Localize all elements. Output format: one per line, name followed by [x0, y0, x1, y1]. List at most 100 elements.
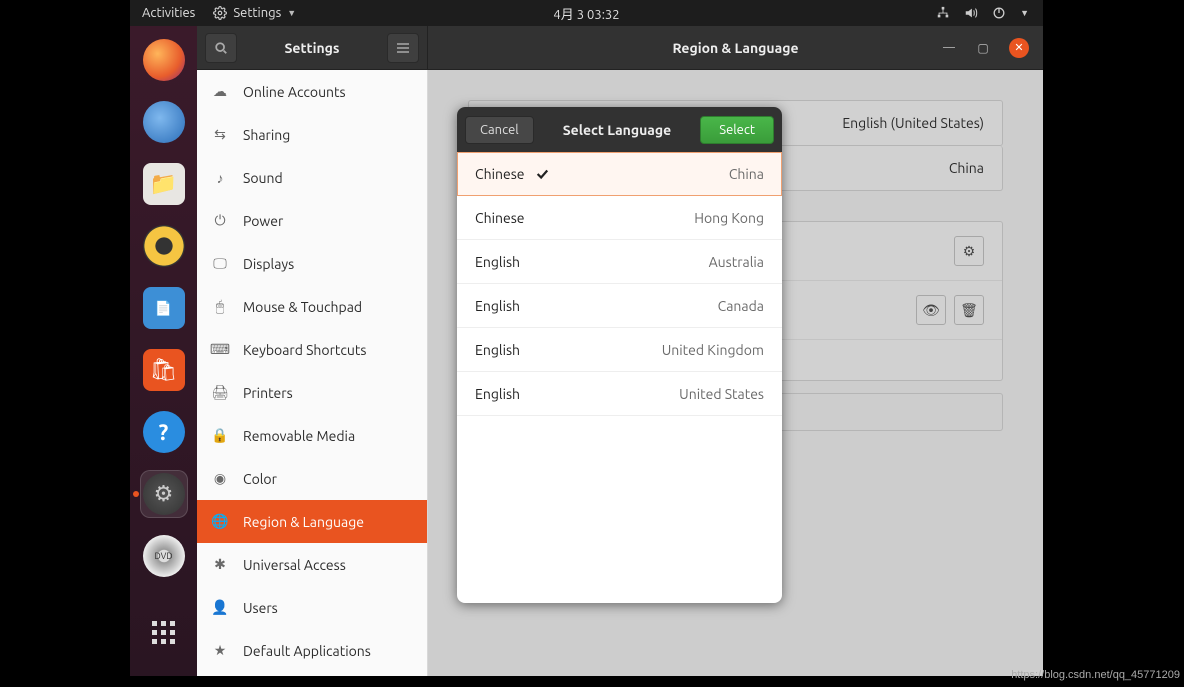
clock[interactable]: 4月 3 03:32	[553, 4, 619, 23]
sidebar-item-label: Color	[243, 471, 277, 487]
power-icon[interactable]	[992, 6, 1006, 20]
window-titlebar: Settings Region & Language — ▢ ✕	[197, 26, 1043, 70]
language-name: English	[475, 386, 520, 402]
language-name: Chinese	[475, 166, 549, 182]
sidebar-item-color[interactable]: ◉ Color	[197, 457, 427, 500]
dock-writer[interactable]: 📄	[140, 284, 188, 332]
dock: 📁 📄 🛍 ? ⚙ DVD	[130, 26, 197, 676]
close-button[interactable]: ✕	[1009, 38, 1029, 58]
sidebar-item-label: Online Accounts	[243, 84, 346, 100]
sidebar-item-label: Region & Language	[243, 514, 364, 530]
language-region: Hong Kong	[694, 210, 764, 226]
sidebar-icon: ☁	[211, 83, 229, 100]
select-button[interactable]: Select	[700, 116, 774, 144]
language-name: Chinese	[475, 210, 525, 226]
sidebar-icon: 🖨	[211, 384, 229, 401]
dock-files[interactable]: 📁	[140, 160, 188, 208]
language-option[interactable]: English United Kingdom	[457, 328, 782, 372]
language-name: English	[475, 254, 520, 270]
page-title: Region & Language	[672, 40, 798, 56]
chevron-down-icon[interactable]: ▼	[1020, 8, 1029, 18]
sidebar-icon: ⌨	[211, 341, 229, 358]
sidebar-item-online-accounts[interactable]: ☁ Online Accounts	[197, 70, 427, 113]
sidebar-item-region-language[interactable]: 🌐 Region & Language	[197, 500, 427, 543]
select-language-dialog: Cancel Select Language Select ChineseChi…	[457, 107, 782, 603]
language-region: United States	[679, 386, 764, 402]
dock-settings[interactable]: ⚙	[140, 470, 188, 518]
sidebar-item-users[interactable]: 👤 Users	[197, 586, 427, 629]
sidebar-item-mouse-touchpad[interactable]: 🖱 Mouse & Touchpad	[197, 285, 427, 328]
language-name: English	[475, 342, 520, 358]
maximize-button[interactable]: ▢	[975, 40, 991, 56]
topbar-app-menu[interactable]: Settings ▼	[213, 6, 296, 20]
dock-rhythmbox[interactable]	[140, 222, 188, 270]
chevron-down-icon: ▼	[287, 8, 296, 18]
settings-sidebar[interactable]: ☁ Online Accounts ⇆ Sharing ♪ Sound ⏻ Power 🖵 Dis…	[197, 70, 428, 676]
language-region: United Kingdom	[662, 342, 764, 358]
sidebar-item-displays[interactable]: 🖵 Displays	[197, 242, 427, 285]
minimize-button[interactable]: —	[941, 40, 957, 56]
sidebar-icon: ⇆	[211, 126, 229, 143]
topbar-app-label: Settings	[233, 6, 281, 20]
language-name: English	[475, 298, 520, 314]
dialog-header: Cancel Select Language Select	[457, 107, 782, 152]
sidebar-icon: 👤	[211, 599, 229, 616]
network-icon[interactable]	[936, 6, 950, 20]
dialog-title: Select Language	[534, 122, 701, 138]
sidebar-item-label: Sharing	[243, 127, 290, 143]
search-button[interactable]	[205, 33, 237, 63]
sidebar-item-power[interactable]: ⏻ Power	[197, 199, 427, 242]
dock-thunderbird[interactable]	[140, 98, 188, 146]
language-option[interactable]: English United States	[457, 372, 782, 416]
language-region: Canada	[718, 298, 764, 314]
sidebar-item-label: Keyboard Shortcuts	[243, 342, 366, 358]
language-region: China	[729, 166, 764, 182]
dock-disc[interactable]: DVD	[140, 532, 188, 580]
sidebar-item-label: Default Applications	[243, 643, 371, 659]
sidebar-title: Settings	[237, 40, 387, 56]
menu-button[interactable]	[387, 33, 419, 63]
dock-show-apps[interactable]	[140, 608, 188, 656]
sidebar-item-printers[interactable]: 🖨 Printers	[197, 371, 427, 414]
language-option[interactable]: Chinese China	[457, 152, 782, 196]
apps-grid-icon	[152, 621, 175, 644]
sidebar-icon: ♪	[211, 170, 229, 186]
dock-help[interactable]: ?	[140, 408, 188, 456]
cancel-button[interactable]: Cancel	[465, 116, 534, 144]
sidebar-icon: ◉	[211, 470, 229, 487]
language-list[interactable]: Chinese China Chinese Hong Kong English Austr…	[457, 152, 782, 603]
sidebar-item-label: Sound	[243, 170, 283, 186]
sidebar-item-removable-media[interactable]: 🔒 Removable Media	[197, 414, 427, 457]
volume-icon[interactable]	[964, 6, 978, 20]
sidebar-icon: 🌐	[211, 513, 229, 530]
sidebar-icon: 🔒	[211, 427, 229, 444]
top-panel: Activities Settings ▼ 4月 3 03:32 ▼	[130, 0, 1043, 26]
sidebar-item-label: Displays	[243, 256, 294, 272]
sidebar-item-label: Power	[243, 213, 283, 229]
dock-software[interactable]: 🛍	[140, 346, 188, 394]
sidebar-item-label: Universal Access	[243, 557, 346, 573]
sidebar-item-default-applications[interactable]: ★ Default Applications	[197, 629, 427, 672]
sidebar-icon: ★	[211, 642, 229, 659]
sidebar-icon: 🖵	[211, 255, 229, 272]
language-option[interactable]: English Australia	[457, 240, 782, 284]
sidebar-icon: 🖱	[211, 298, 229, 315]
sidebar-item-label: Printers	[243, 385, 293, 401]
check-icon	[535, 167, 549, 181]
language-option[interactable]: Chinese Hong Kong	[457, 196, 782, 240]
sidebar-icon: ⏻	[211, 212, 229, 229]
sidebar-item-sound[interactable]: ♪ Sound	[197, 156, 427, 199]
sidebar-icon: ✱	[211, 556, 229, 573]
watermark: https://blog.csdn.net/qq_45771209	[1011, 669, 1180, 681]
sidebar-item-label: Mouse & Touchpad	[243, 299, 362, 315]
sidebar-item-keyboard-shortcuts[interactable]: ⌨ Keyboard Shortcuts	[197, 328, 427, 371]
sidebar-item-label: Users	[243, 600, 278, 616]
dock-firefox[interactable]	[140, 36, 188, 84]
language-region: Australia	[709, 254, 764, 270]
sidebar-item-label: Removable Media	[243, 428, 355, 444]
language-option[interactable]: English Canada	[457, 284, 782, 328]
sidebar-item-sharing[interactable]: ⇆ Sharing	[197, 113, 427, 156]
sidebar-item-universal-access[interactable]: ✱ Universal Access	[197, 543, 427, 586]
activities-button[interactable]: Activities	[142, 6, 195, 20]
gear-icon	[213, 6, 227, 20]
